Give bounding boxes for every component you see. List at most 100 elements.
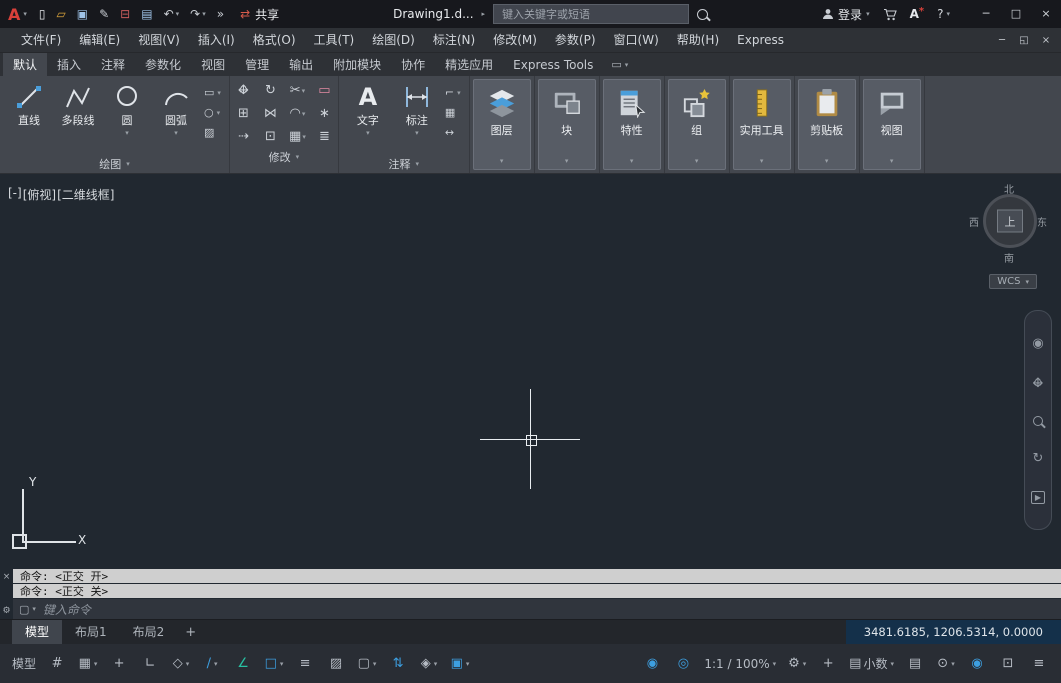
new-file-icon[interactable]: ▯ xyxy=(39,8,46,20)
annotation-panel-caret-icon[interactable]: ▾ xyxy=(416,160,420,168)
menu-format[interactable]: 格式(O) xyxy=(244,28,305,52)
lock-ui-caret-icon[interactable]: ▾ xyxy=(951,660,955,668)
transparency-toggle[interactable]: ▨ xyxy=(322,651,350,677)
ribbon-minimize-button[interactable]: ▭ ▾ xyxy=(611,53,628,76)
ribbon-tab-default[interactable]: 默认 xyxy=(3,53,48,76)
utilities-button[interactable]: 实用工具 ▾ xyxy=(732,79,791,170)
units-button[interactable]: ▤ 小数 ▾ xyxy=(845,651,898,677)
offset-tool[interactable]: ≣ xyxy=(319,129,330,144)
grid-toggle[interactable]: # xyxy=(43,651,71,677)
clean-screen-toggle[interactable]: ⊡ xyxy=(994,651,1022,677)
command-customize-icon[interactable]: ⚙ xyxy=(2,606,10,616)
stretch-tool[interactable]: ⇢ xyxy=(238,129,249,144)
move-tool[interactable]: ↔ ↕ xyxy=(236,83,251,98)
dimension-tool[interactable]: 标注 ▾ xyxy=(396,80,438,155)
menu-edit[interactable]: 编辑(E) xyxy=(70,28,129,52)
scale-tool[interactable]: ⊡ xyxy=(265,129,276,144)
menu-modify[interactable]: 修改(M) xyxy=(484,28,546,52)
annotation-panel-label[interactable]: 注释 ▾ xyxy=(339,155,469,173)
close-button[interactable]: × xyxy=(1031,0,1061,28)
group-caret-icon[interactable]: ▾ xyxy=(695,157,699,165)
menu-tools[interactable]: 工具(T) xyxy=(305,28,364,52)
properties-button[interactable]: 特性 ▾ xyxy=(602,79,661,170)
ribbon-tab-addins[interactable]: 附加模块 xyxy=(323,53,391,76)
viewcube-west-label[interactable]: 西 xyxy=(969,214,979,229)
save-icon[interactable]: ▣ xyxy=(77,8,88,20)
dynamic-ucs-toggle[interactable]: ⇅ xyxy=(384,651,412,677)
view-button[interactable]: 视图 ▾ xyxy=(862,79,921,170)
ribbon-tab-annotate[interactable]: 注释 xyxy=(91,53,135,76)
rotate-tool[interactable]: ↻ xyxy=(265,83,276,98)
add-layout-button[interactable]: + xyxy=(185,625,196,640)
save-as-icon[interactable]: ✎ xyxy=(99,8,109,20)
copy-tool[interactable]: ⊞ xyxy=(238,106,249,121)
modify-panel-label[interactable]: 修改 ▾ xyxy=(230,148,338,166)
viewcube-top-face[interactable]: 上 xyxy=(997,209,1023,233)
quick-properties-toggle[interactable]: ▤ xyxy=(901,651,929,677)
command-input-row[interactable]: ▢ ▾ 键入命令 xyxy=(13,599,1061,619)
menu-help[interactable]: 帮助(H) xyxy=(668,28,728,52)
text-caret-icon[interactable]: ▾ xyxy=(366,129,370,137)
leader-tool[interactable]: ⌐ ▾ xyxy=(445,86,461,99)
command-close-icon[interactable]: × xyxy=(3,572,11,582)
object-snap-caret-icon[interactable]: ▾ xyxy=(280,660,284,668)
circle-caret-icon[interactable]: ▾ xyxy=(125,129,129,137)
utilities-caret-icon[interactable]: ▾ xyxy=(760,157,764,165)
block-caret-icon[interactable]: ▾ xyxy=(565,157,569,165)
view-caret-icon[interactable]: ▾ xyxy=(890,157,894,165)
tab-model[interactable]: 模型 xyxy=(12,620,63,644)
doc-close-button[interactable]: × xyxy=(1035,35,1057,46)
app-menu-button[interactable]: A ▾ xyxy=(8,5,35,24)
mirror-tool[interactable]: ⋈ xyxy=(264,106,277,121)
gizmo-toggle[interactable]: ▣ ▾ xyxy=(446,651,474,677)
viewport-view-control[interactable]: [俯视] xyxy=(23,186,56,203)
help-button[interactable]: ? ▾ xyxy=(937,7,950,21)
login-caret-icon[interactable]: ▾ xyxy=(866,10,870,18)
viewport-style-control[interactable]: [二维线框] xyxy=(57,186,114,203)
ortho-toggle[interactable]: ∟ xyxy=(136,651,164,677)
dimension-caret-icon[interactable]: ▾ xyxy=(415,129,419,137)
statusbar-model-button[interactable]: 模型 xyxy=(8,651,40,677)
menu-dimension[interactable]: 标注(N) xyxy=(424,28,484,52)
dynamic-input-toggle[interactable]: + xyxy=(105,651,133,677)
showmotion-icon[interactable]: ▶ xyxy=(1030,491,1046,504)
clipboard-button[interactable]: 剪贴板 ▾ xyxy=(797,79,856,170)
redo-button[interactable]: ↷ ▾ xyxy=(190,8,206,20)
minimize-button[interactable]: ─ xyxy=(971,0,1001,28)
menu-file[interactable]: 文件(F) xyxy=(12,28,70,52)
array-tool[interactable]: ▦ ▾ xyxy=(289,129,306,144)
gizmo-caret-icon[interactable]: ▾ xyxy=(466,660,470,668)
selection-cycling-toggle[interactable]: ▢ ▾ xyxy=(353,651,381,677)
navigation-wheel-icon[interactable]: ◉ xyxy=(1032,336,1043,351)
fillet-caret-icon[interactable]: ▾ xyxy=(302,110,306,118)
title-expand-caret-icon[interactable]: ▸ xyxy=(482,10,486,18)
search-icon[interactable] xyxy=(697,8,709,20)
circle-tool[interactable]: 圆 ▾ xyxy=(106,80,148,155)
ribbon-tab-collaborate[interactable]: 协作 xyxy=(391,53,435,76)
line-tool[interactable]: 直线 xyxy=(8,80,50,155)
customization-button[interactable]: ≡ xyxy=(1025,651,1053,677)
clipboard-caret-icon[interactable]: ▾ xyxy=(825,157,829,165)
ellipse-caret-icon[interactable]: ▾ xyxy=(217,109,221,117)
doc-minimize-button[interactable]: ─ xyxy=(991,35,1013,46)
command-input-placeholder[interactable]: 键入命令 xyxy=(43,601,91,618)
snap-caret-icon[interactable]: ▾ xyxy=(94,660,98,668)
menu-window[interactable]: 窗口(W) xyxy=(605,28,668,52)
draw-panel-caret-icon[interactable]: ▾ xyxy=(126,160,130,168)
annotation-monitor-toggle[interactable]: + xyxy=(814,651,842,677)
ribbon-minimize-caret-icon[interactable]: ▾ xyxy=(625,61,629,69)
ellipse-tool[interactable]: ○ ▾ xyxy=(204,106,221,119)
open-folder-icon[interactable]: ▱ xyxy=(57,8,66,20)
layers-button[interactable]: 图层 ▾ xyxy=(472,79,531,170)
rectangle-tool[interactable]: ▭ ▾ xyxy=(204,86,221,99)
lock-ui-button[interactable]: ⊙ ▾ xyxy=(932,651,960,677)
draw-panel-label[interactable]: 绘图 ▾ xyxy=(0,155,229,173)
tab-layout2[interactable]: 布局2 xyxy=(120,620,178,644)
graphics-performance-toggle[interactable]: ◉ xyxy=(963,651,991,677)
annotation-scale-button[interactable]: 1:1 / 100% ▾ xyxy=(700,651,780,677)
menu-express[interactable]: Express xyxy=(728,28,793,52)
maximize-button[interactable]: □ xyxy=(1001,0,1031,28)
workspace-switching-button[interactable]: ⚙ ▾ xyxy=(783,651,811,677)
annotation-scale-caret-icon[interactable]: ▾ xyxy=(773,660,777,668)
rectangle-caret-icon[interactable]: ▾ xyxy=(217,89,221,97)
